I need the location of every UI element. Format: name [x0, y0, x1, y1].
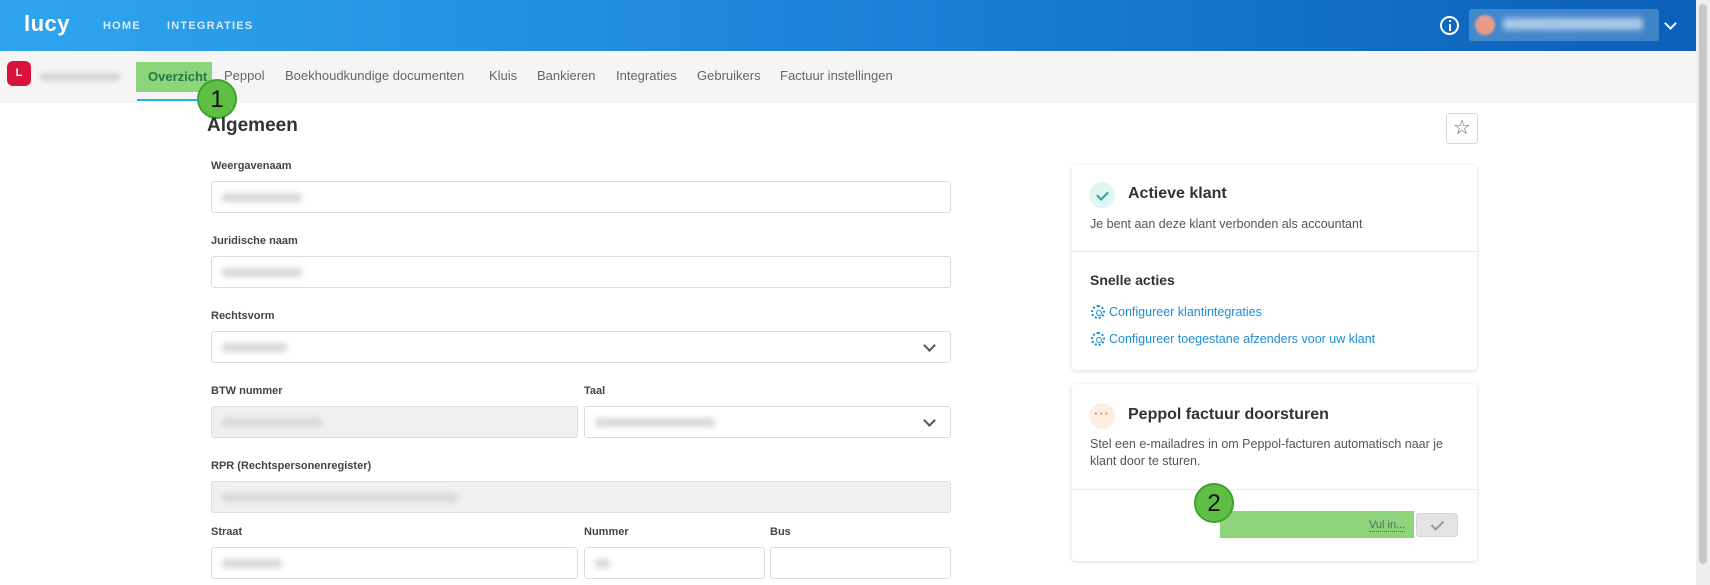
legal-name-field[interactable]: [211, 256, 951, 288]
avatar: [1475, 15, 1495, 35]
star-icon: ☆: [1453, 117, 1471, 139]
nav-home-link[interactable]: HOME: [103, 20, 141, 32]
street-field[interactable]: [211, 547, 578, 579]
display-name-field[interactable]: [211, 181, 951, 213]
tab-users[interactable]: Gebruikers: [697, 68, 761, 83]
tab-peppol[interactable]: Peppol: [224, 68, 264, 83]
app-logo[interactable]: lucy: [24, 11, 70, 37]
info-icon[interactable]: [1440, 16, 1459, 35]
chevron-down-icon: [923, 339, 936, 352]
redacted-value: [222, 343, 287, 352]
active-client-card: Actieve klant Je bent aan deze klant ver…: [1072, 165, 1477, 370]
section-title: Algemeen: [207, 115, 298, 136]
page-scrollbar[interactable]: [1696, 0, 1710, 585]
language-select[interactable]: [584, 406, 951, 438]
vat-field: [211, 406, 578, 438]
nav-integrations-link[interactable]: INTEGRATIES: [167, 20, 253, 32]
divider: [1072, 489, 1477, 490]
redacted-value: [222, 268, 302, 277]
ellipsis-icon: ···: [1089, 403, 1115, 429]
tab-accounting-documents[interactable]: Boekhoudkundige documenten: [285, 68, 464, 83]
tab-overview[interactable]: Overzicht: [148, 69, 207, 84]
confirm-check-button[interactable]: [1416, 513, 1458, 537]
quick-actions-title: Snelle acties: [1090, 272, 1175, 288]
redacted-value: [222, 418, 322, 427]
number-label: Nummer: [584, 526, 629, 538]
card-description: Je bent aan deze klant verbonden als acc…: [1090, 217, 1363, 231]
divider: [1072, 251, 1477, 252]
rpr-label: RPR (Rechtspersonenregister): [211, 460, 372, 472]
redacted-value: [595, 418, 715, 427]
gear-icon[interactable]: [1091, 305, 1105, 319]
rpr-field: [211, 481, 951, 513]
gear-icon[interactable]: [1091, 332, 1105, 346]
redacted-value: [222, 493, 457, 502]
language-label: Taal: [584, 385, 606, 397]
configure-allowed-senders-link[interactable]: Configureer toegestane afzenders voor uw…: [1109, 332, 1375, 346]
number-field[interactable]: [584, 547, 765, 579]
tab-vault[interactable]: Kluis: [489, 68, 517, 83]
client-name-redacted[interactable]: [40, 73, 120, 81]
top-bar: lucy HOME INTEGRATIES: [0, 0, 1696, 51]
tab-banking[interactable]: Bankieren: [537, 68, 596, 83]
legal-form-select[interactable]: [211, 331, 951, 363]
bus-field[interactable]: [770, 547, 951, 579]
redacted-value: [595, 559, 610, 568]
client-avatar[interactable]: L: [7, 61, 31, 86]
scrollbar-thumb[interactable]: [1699, 4, 1707, 564]
display-name-label: Weergavenaam: [211, 160, 292, 172]
chevron-down-icon[interactable]: [1664, 17, 1677, 30]
user-name-redacted: [1503, 18, 1643, 30]
chevron-down-icon: [923, 414, 936, 427]
card-title: Actieve klant: [1128, 185, 1227, 202]
email-input-placeholder[interactable]: Vul in...: [1369, 519, 1406, 532]
vat-label: BTW nummer: [211, 385, 283, 397]
bus-label: Bus: [770, 526, 791, 538]
annotation-marker-2: 2: [1194, 483, 1234, 523]
street-label: Straat: [211, 526, 243, 538]
card-title: Peppol factuur doorsturen: [1128, 406, 1329, 423]
redacted-value: [222, 193, 302, 202]
annotation-marker-1: 1: [197, 79, 237, 119]
legal-form-label: Rechtsvorm: [211, 310, 275, 322]
tab-integrations[interactable]: Integraties: [616, 68, 677, 83]
configure-client-integrations-link[interactable]: Configureer klantintegraties: [1109, 305, 1262, 319]
card-description: Stel een e-mailadres in om Peppol-factur…: [1090, 437, 1443, 468]
check-icon: [1089, 182, 1115, 208]
redacted-value: [222, 559, 282, 568]
favorite-star-button[interactable]: ☆: [1446, 113, 1478, 144]
legal-name-label: Juridische naam: [211, 235, 298, 247]
user-menu[interactable]: [1469, 9, 1659, 41]
client-tabs-bar: L Peppol Boekhoudkundige documenten Klui…: [0, 51, 1696, 103]
tab-invoice-settings[interactable]: Factuur instellingen: [780, 68, 893, 83]
